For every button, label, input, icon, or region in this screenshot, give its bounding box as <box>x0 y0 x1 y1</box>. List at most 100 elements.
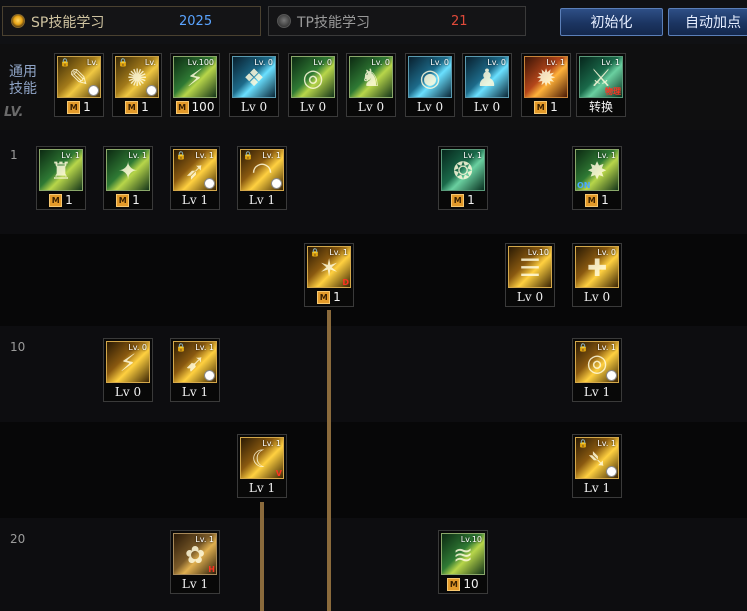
physical-switch-skill-icon[interactable]: ⚔ Lv. 1 物理 <box>579 56 623 98</box>
cross-shield-skill-icon[interactable]: ✚ Lv. 0 <box>575 246 619 288</box>
gold-ring-clock-skill-icon[interactable]: ◎ Lv. 1 🔒 <box>575 341 619 383</box>
skill-slot[interactable]: ⚡ Lv. 0 Lv 0 <box>103 338 153 402</box>
gold-crescent-skill-icon[interactable]: ☾ Lv. 1V <box>240 437 284 479</box>
gold-wave-clock-skill-icon[interactable]: ➹ Lv. 1 🔒 <box>173 341 217 383</box>
skill-level-tag: Lv. 0 <box>597 248 616 257</box>
skill-level-badge: M 100 <box>172 99 218 115</box>
skill-slot[interactable]: ⚡ Lv.100 M 100 <box>170 53 220 117</box>
master-icon: M <box>447 578 461 591</box>
gold-burst-lock-skill-icon[interactable]: ✶ Lv. 1 🔒 D <box>307 246 351 288</box>
skill-level-tag: Lv. 1 <box>128 151 147 160</box>
green-strike-skill-icon[interactable]: ✦ Lv. 1 <box>106 149 150 191</box>
skill-level-tag: Lv.10 <box>460 535 482 544</box>
green-burst-skill-icon[interactable]: ✸ Lv. 1 ON <box>575 149 619 191</box>
flame-skill-icon[interactable]: ✹ Lv. 1 <box>524 56 568 98</box>
skill-level-badge: Lv 0 <box>574 289 620 305</box>
skill-slot[interactable]: ◎ Lv. 1 🔒 Lv 1 <box>572 338 622 402</box>
running-figure-skill-icon[interactable]: ⚡ Lv.100 <box>173 56 217 98</box>
lock-icon: 🔒 <box>118 58 128 67</box>
gold-spin-clock-skill-icon[interactable]: ➴ Lv. 1 🔒 <box>575 437 619 479</box>
green-wave-skill-icon[interactable]: ≋ Lv.10 <box>441 533 485 575</box>
master-icon: M <box>585 194 599 207</box>
skill-corner-tag: 物理 <box>605 87 621 96</box>
green-dragon-skill-icon[interactable]: ❂ Lv. 1 <box>441 149 485 191</box>
skill-level-value: Lv 0 <box>516 290 544 304</box>
skill-level-badge: Lv 0 <box>464 99 510 115</box>
skill-level-value: Lv 0 <box>114 385 142 399</box>
skill-level-badge: M1 <box>56 99 102 115</box>
skill-slot[interactable]: ➴ Lv. 1 🔒 Lv 1 <box>572 434 622 498</box>
skill-slot[interactable]: ✶ Lv. 1 🔒 D M 1 <box>304 243 354 307</box>
skill-level-value: Lv 0 <box>299 100 327 114</box>
skill-level-value: Lv 0 <box>240 100 268 114</box>
skill-slot[interactable]: ◉ Lv. 0 Lv 0 <box>405 53 455 117</box>
skill-level-tag: Lv. 0 <box>313 58 332 67</box>
gold-arc-clock-skill-icon[interactable]: ◠ Lv. 1 🔒 <box>240 149 284 191</box>
skill-level-tag: Lv. <box>86 58 98 67</box>
body-skill-icon[interactable]: ♟ Lv. 0 <box>465 56 509 98</box>
gold-dash-skill-icon[interactable]: ⚡ Lv. 0 <box>106 341 150 383</box>
skill-slot[interactable]: ✸ Lv. 1 ON M 1 <box>572 146 622 210</box>
skill-slot[interactable]: ≋ Lv.10 M 10 <box>438 530 488 594</box>
skill-slot[interactable]: ✿ Lv. 1 H Lv 1 <box>170 530 220 594</box>
skill-level-badge: M1 <box>114 99 160 115</box>
skill-corner-tag: H <box>208 565 215 574</box>
kneeling-figure-skill-icon[interactable]: ♞ Lv. 0 <box>349 56 393 98</box>
skill-level-tag: Lv. 1 <box>463 151 482 160</box>
lock-icon: 🔒 <box>243 151 253 160</box>
skill-level-tag: Lv. 1 <box>546 58 565 67</box>
skill-slot[interactable]: ❖ Lv. 0 Lv 0 <box>229 53 279 117</box>
skill-level-tag: Lv. 1 <box>262 439 281 448</box>
skill-level-badge: M1 <box>38 192 84 208</box>
skill-level-tag: Lv. 1 <box>195 151 214 160</box>
tier-band-4 <box>0 422 747 518</box>
tp-tab-label: TP技能学习 <box>297 15 370 31</box>
skill-slot[interactable]: ❂ Lv. 1M1 <box>438 146 488 210</box>
green-figure-skill-icon[interactable]: ♜ Lv. 1 <box>39 149 83 191</box>
skill-level-tag: Lv. 1 <box>597 151 616 160</box>
reset-button[interactable]: 初始化 <box>560 8 663 36</box>
gold-fan-skill-icon[interactable]: ☰ Lv.10 <box>508 246 552 288</box>
wings-skill-icon[interactable]: ❖ Lv. 0 <box>232 56 276 98</box>
skill-level-badge: Lv 0 <box>231 99 277 115</box>
skill-level-tag: Lv. 0 <box>254 58 273 67</box>
skill-slot[interactable]: ♜ Lv. 1M1 <box>36 146 86 210</box>
skill-slot[interactable]: ⚔ Lv. 1 物理 转换 <box>576 53 626 117</box>
skill-slot[interactable]: ♟ Lv. 0 Lv 0 <box>462 53 512 117</box>
clock-icon <box>606 370 617 381</box>
skill-level-value: Lv 1 <box>583 385 611 399</box>
top-bar: SP技能学习 2025 TP技能学习 21 初始化 自动加点 <box>0 0 747 44</box>
radio-unselected-icon[interactable] <box>277 14 291 28</box>
skill-level-badge: M1 <box>105 192 151 208</box>
skill-slot[interactable]: ✹ Lv. 1M1 <box>521 53 571 117</box>
skill-slot[interactable]: ✎ Lv. 🔒 M 1 <box>54 53 104 117</box>
skill-level-badge: M1 <box>440 192 486 208</box>
skill-slot[interactable]: ♞ Lv. 0 Lv 0 <box>346 53 396 117</box>
gold-slash-clock-skill-icon[interactable]: ➶ Lv. 1 🔒 <box>173 149 217 191</box>
gold-figure-skill-icon[interactable]: ✿ Lv. 1H <box>173 533 217 575</box>
skill-slot[interactable]: ◠ Lv. 1 🔒 Lv 1 <box>237 146 287 210</box>
clock-swirl-skill-icon[interactable]: ✺ Lv. 🔒 <box>115 56 159 98</box>
skill-level-value: Lv 1 <box>181 193 209 207</box>
skill-level-tag: Lv.10 <box>527 248 549 257</box>
skill-slot[interactable]: ☰ Lv.10 Lv 0 <box>505 243 555 307</box>
target-skill-icon[interactable]: ◎ Lv. 0 <box>291 56 335 98</box>
scroll-clock-skill-icon[interactable]: ✎ Lv. 🔒 <box>57 56 101 98</box>
skill-slot[interactable]: ☾ Lv. 1 V Lv 1 <box>237 434 287 498</box>
skill-slot[interactable]: ➶ Lv. 1 🔒 Lv 1 <box>170 146 220 210</box>
skill-slot[interactable]: ✦ Lv. 1M1 <box>103 146 153 210</box>
radio-selected-icon[interactable] <box>11 14 25 28</box>
lock-icon: 🔒 <box>176 343 186 352</box>
master-icon: M <box>67 101 81 114</box>
skill-level-badge: Lv 1 <box>574 480 620 496</box>
skill-slot[interactable]: ✚ Lv. 0 Lv 0 <box>572 243 622 307</box>
sp-skill-tab[interactable]: SP技能学习 2025 <box>2 6 261 36</box>
auto-assign-button[interactable]: 自动加点 <box>668 8 747 36</box>
skill-slot[interactable]: ✺ Lv. 🔒 M 1 <box>112 53 162 117</box>
skill-slot[interactable]: ➹ Lv. 1 🔒 Lv 1 <box>170 338 220 402</box>
skill-level-value: Lv 0 <box>357 100 385 114</box>
eye-skill-icon[interactable]: ◉ Lv. 0 <box>408 56 452 98</box>
skill-slot[interactable]: ◎ Lv. 0 Lv 0 <box>288 53 338 117</box>
tp-skill-tab[interactable]: TP技能学习 21 <box>268 6 526 36</box>
clock-icon <box>88 85 99 96</box>
